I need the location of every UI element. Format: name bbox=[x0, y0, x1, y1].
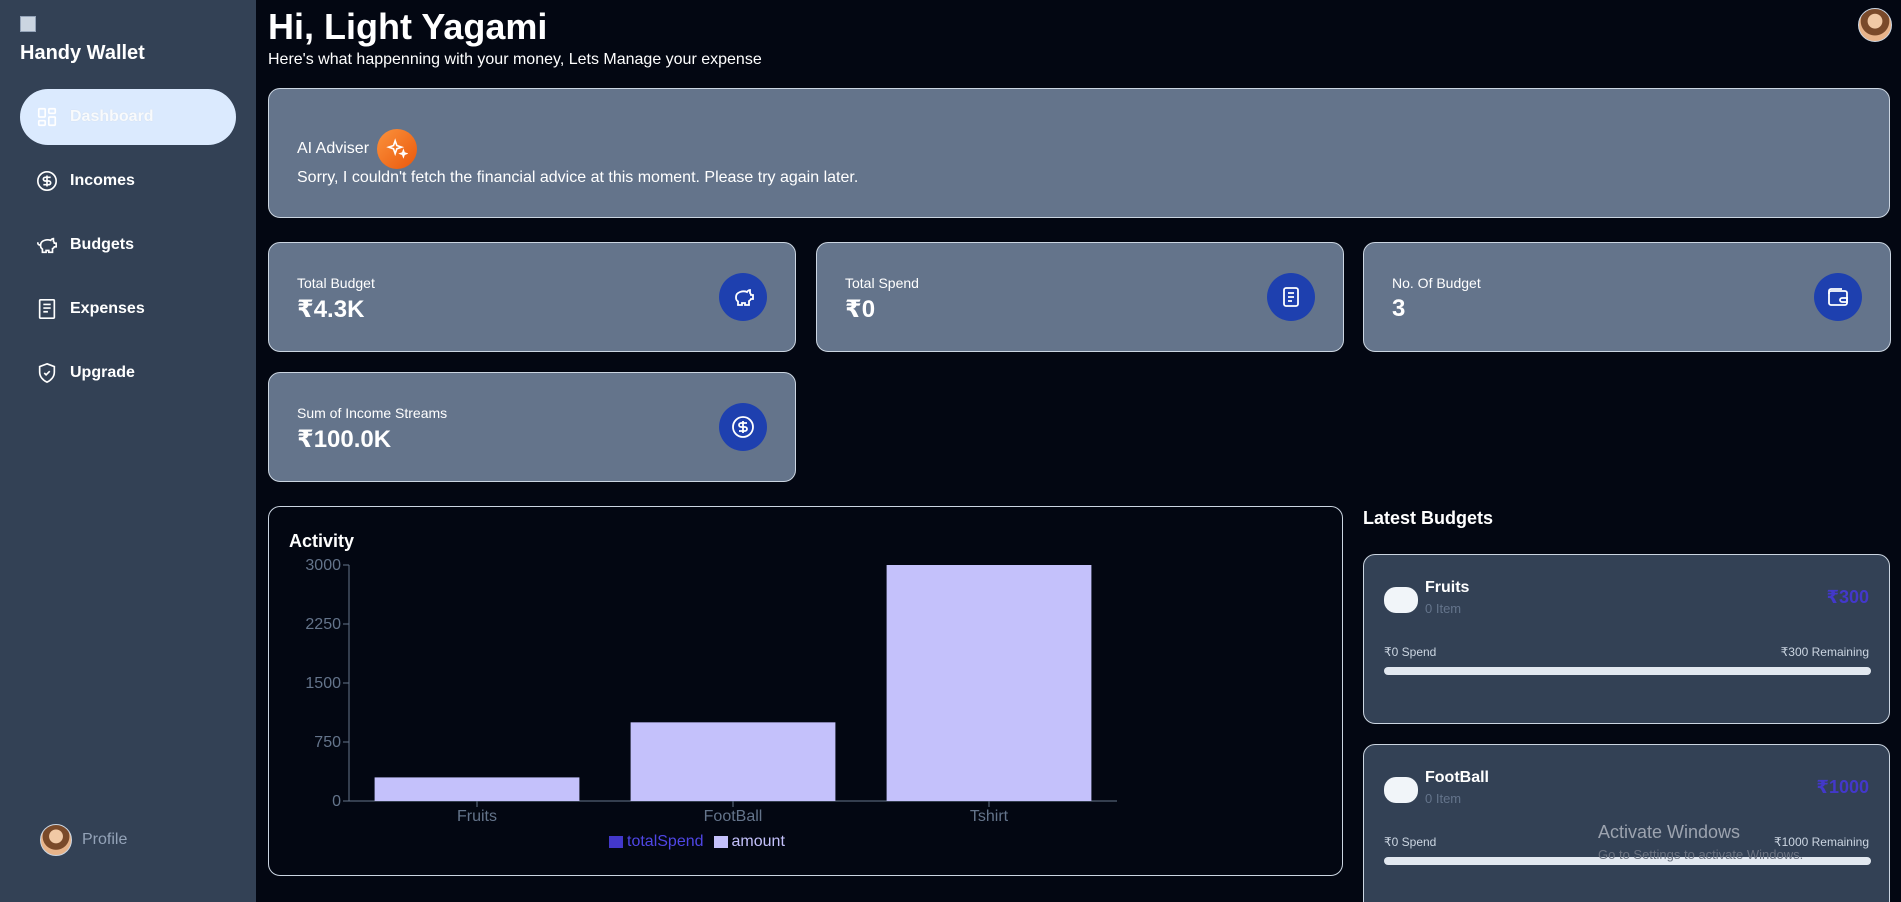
y-tick-label: 1500 bbox=[305, 675, 341, 692]
budget-card-fruits[interactable]: Fruits 0 Item ₹300 ₹0 Spend ₹300 Remaini… bbox=[1363, 554, 1890, 724]
sidebar-item-label: Budgets bbox=[70, 236, 134, 253]
x-tick-label: Tshirt bbox=[970, 808, 1009, 825]
y-tick-label: 0 bbox=[332, 793, 341, 810]
bar-amount-football bbox=[630, 722, 836, 801]
ai-adviser-title: AI Adviser bbox=[297, 140, 370, 157]
stat-value: 3 bbox=[1392, 295, 1406, 322]
budget-name: Fruits bbox=[1425, 579, 1470, 596]
sidebar-item-label: Dashboard bbox=[70, 108, 154, 125]
budget-name: FootBall bbox=[1425, 769, 1489, 786]
sidebar-item-incomes[interactable]: Incomes bbox=[20, 153, 236, 209]
budget-item-count: 0 Item bbox=[1425, 791, 1462, 806]
x-tick-label: FootBall bbox=[704, 808, 763, 825]
stat-card-total-spend: Total Spend ₹0 bbox=[816, 242, 1344, 352]
grid-icon bbox=[37, 107, 57, 127]
chart-legend: totalSpend amount bbox=[609, 833, 785, 851]
legend-item-amount[interactable]: amount bbox=[713, 833, 785, 851]
profile-label: Profile bbox=[82, 831, 128, 848]
legend-item-totalspend[interactable]: totalSpend bbox=[609, 833, 704, 851]
watermark-line-2: Go to Settings to activate Windows. bbox=[1598, 847, 1804, 862]
sidebar-item-dashboard[interactable]: Dashboard bbox=[20, 89, 236, 145]
budget-emoji bbox=[1384, 777, 1418, 803]
budget-remaining: ₹300 Remaining bbox=[1780, 645, 1869, 659]
sidebar-item-expenses[interactable]: Expenses bbox=[20, 281, 236, 337]
legend-label: amount bbox=[731, 833, 785, 850]
budget-emoji bbox=[1384, 587, 1418, 613]
stat-value: ₹4.3K bbox=[297, 296, 365, 323]
bar-amount-fruits bbox=[374, 777, 580, 801]
sidebar-item-label: Incomes bbox=[70, 172, 135, 189]
page-subtitle: Here's what happenning with your money, … bbox=[268, 51, 762, 68]
page-title: Hi, Light Yagami bbox=[268, 6, 548, 47]
avatar bbox=[40, 824, 72, 856]
activate-windows-watermark: Activate Windows Go to Settings to activ… bbox=[1598, 822, 1803, 862]
broken-logo-icon bbox=[20, 16, 36, 32]
piggy-bank-icon bbox=[719, 273, 767, 321]
y-tick-label: 2250 bbox=[305, 616, 341, 633]
budget-spend: ₹0 Spend bbox=[1384, 835, 1437, 849]
stat-label: No. Of Budget bbox=[1392, 275, 1481, 291]
budget-item-count: 0 Item bbox=[1425, 601, 1462, 616]
wallet-icon bbox=[1814, 273, 1862, 321]
stat-value: ₹100.0K bbox=[297, 426, 392, 453]
ai-adviser-heading: AI Adviser bbox=[297, 129, 418, 169]
stat-label: Total Spend bbox=[845, 275, 919, 291]
stat-value: ₹0 bbox=[845, 296, 876, 323]
x-tick-label: Fruits bbox=[457, 808, 497, 825]
piggy-bank-icon bbox=[37, 237, 57, 254]
budget-spend: ₹0 Spend bbox=[1384, 645, 1437, 659]
stat-card-budget-count: No. Of Budget 3 bbox=[1363, 242, 1891, 352]
profile-button[interactable]: Profile bbox=[40, 824, 127, 856]
legend-swatch bbox=[713, 836, 728, 848]
sidebar: Handy Wallet Dashboard Incomes Budgets E… bbox=[0, 0, 256, 902]
budget-amount: ₹300 bbox=[1826, 587, 1869, 607]
bar-amount-tshirt bbox=[886, 565, 1092, 801]
stat-label: Total Budget bbox=[297, 275, 375, 291]
latest-budgets-title: Latest Budgets bbox=[1363, 508, 1494, 528]
watermark-line-1: Activate Windows bbox=[1598, 822, 1741, 842]
dollar-circle-icon bbox=[719, 403, 767, 451]
budget-progress-bar bbox=[1384, 667, 1871, 675]
stat-card-income-streams: Sum of Income Streams ₹100.0K bbox=[268, 372, 796, 482]
brand-name: Handy Wallet bbox=[20, 42, 145, 64]
stat-card-total-budget: Total Budget ₹4.3K bbox=[268, 242, 796, 352]
sidebar-item-label: Upgrade bbox=[70, 364, 135, 381]
ai-adviser-card: AI Adviser Sorry, I couldn't fetch the f… bbox=[268, 88, 1890, 218]
y-tick-label: 3000 bbox=[305, 557, 341, 574]
ai-adviser-message: Sorry, I couldn't fetch the financial ad… bbox=[297, 169, 859, 186]
user-avatar-button[interactable] bbox=[1858, 8, 1892, 42]
shield-check-icon bbox=[38, 362, 56, 384]
stat-label: Sum of Income Streams bbox=[297, 405, 448, 421]
y-tick-label: 750 bbox=[314, 734, 341, 751]
sparkles-icon bbox=[377, 129, 418, 169]
receipt-icon bbox=[1267, 273, 1315, 321]
receipt-icon bbox=[38, 299, 56, 319]
dollar-circle-icon bbox=[37, 171, 57, 191]
activity-chart-card: Activity 0 750 1500 2250 3000 Fruits FootBall T… bbox=[268, 506, 1343, 876]
sidebar-item-upgrade[interactable]: Upgrade bbox=[20, 345, 236, 401]
legend-label: totalSpend bbox=[627, 833, 704, 850]
sidebar-item-label: Expenses bbox=[70, 300, 145, 317]
legend-swatch bbox=[609, 836, 623, 848]
sidebar-item-budgets[interactable]: Budgets bbox=[20, 217, 236, 273]
budget-amount: ₹1000 bbox=[1816, 777, 1869, 797]
activity-bar-chart: 0 750 1500 2250 3000 Fruits FootBall Tshirt bbox=[305, 557, 1117, 825]
